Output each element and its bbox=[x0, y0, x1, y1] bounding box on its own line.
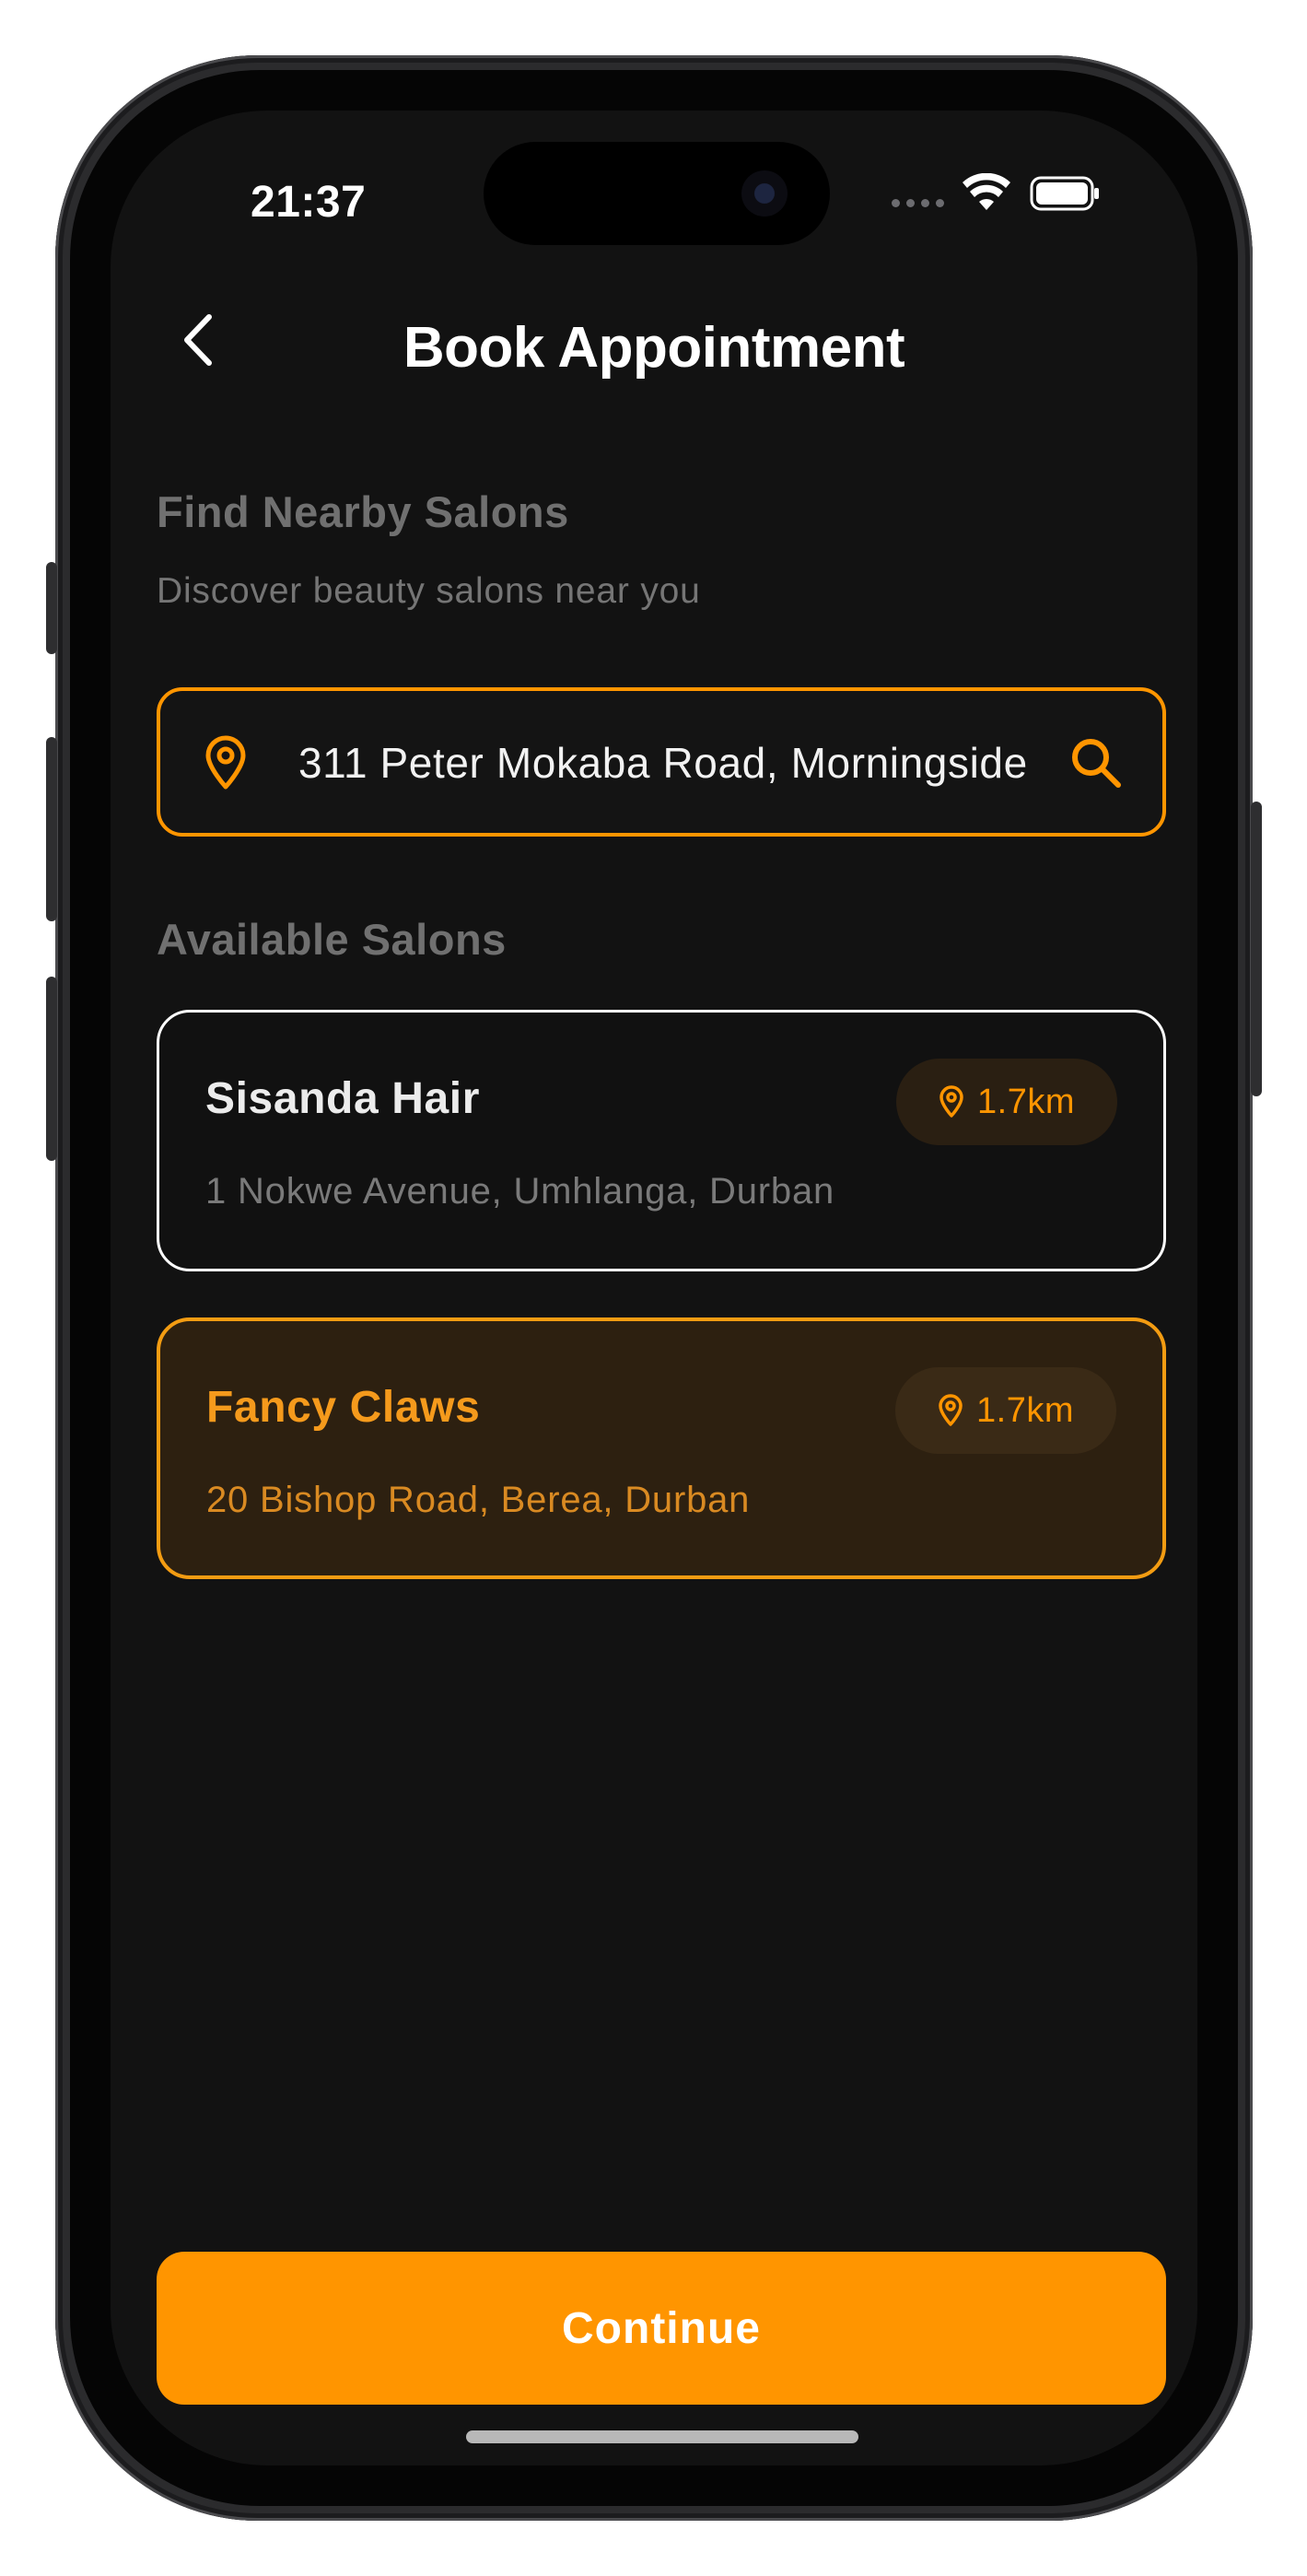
continue-button[interactable]: Continue bbox=[157, 2252, 1166, 2405]
salon-card[interactable]: Sisanda Hair 1.7km 1 Nokwe Avenue, Umhla… bbox=[157, 1010, 1166, 1271]
volume-up-button bbox=[46, 737, 57, 921]
salon-card-selected[interactable]: Fancy Claws 1.7km 20 Bishop Road, Berea,… bbox=[157, 1317, 1166, 1579]
find-section-subtitle: Discover beauty salons near you bbox=[157, 571, 701, 611]
front-camera bbox=[741, 170, 788, 217]
page-title: Book Appointment bbox=[403, 316, 905, 380]
distance-badge: 1.7km bbox=[895, 1367, 1116, 1454]
distance-text: 1.7km bbox=[976, 1390, 1074, 1430]
status-time: 21:37 bbox=[251, 178, 367, 227]
salon-address: 1 Nokwe Avenue, Umhlanga, Durban bbox=[205, 1171, 835, 1212]
navigation-header: Book Appointment bbox=[111, 295, 1197, 387]
search-icon[interactable] bbox=[1067, 733, 1126, 792]
find-section-title: Find Nearby Salons bbox=[157, 487, 569, 536]
location-pin-icon bbox=[939, 1394, 963, 1426]
location-search-input[interactable] bbox=[298, 728, 1026, 798]
volume-down-button bbox=[46, 977, 57, 1161]
distance-text: 1.7km bbox=[977, 1082, 1075, 1121]
salon-name: Fancy Claws bbox=[206, 1383, 481, 1432]
battery-icon bbox=[1030, 176, 1099, 211]
app-screen: 21:37 Book Appointment Find Nearby Salon… bbox=[111, 111, 1197, 2465]
power-button bbox=[1251, 802, 1262, 1096]
cellular-signal-icon bbox=[892, 199, 944, 207]
action-button bbox=[46, 562, 57, 654]
distance-badge: 1.7km bbox=[896, 1059, 1117, 1145]
location-pin-icon bbox=[939, 1085, 963, 1118]
salon-name: Sisanda Hair bbox=[205, 1074, 480, 1123]
location-search-field[interactable] bbox=[157, 687, 1166, 837]
wifi-icon bbox=[963, 173, 1010, 210]
salon-address: 20 Bishop Road, Berea, Durban bbox=[206, 1480, 751, 1520]
available-salons-title: Available Salons bbox=[157, 915, 507, 964]
home-indicator[interactable] bbox=[466, 2430, 858, 2443]
location-pin-icon bbox=[205, 735, 246, 790]
